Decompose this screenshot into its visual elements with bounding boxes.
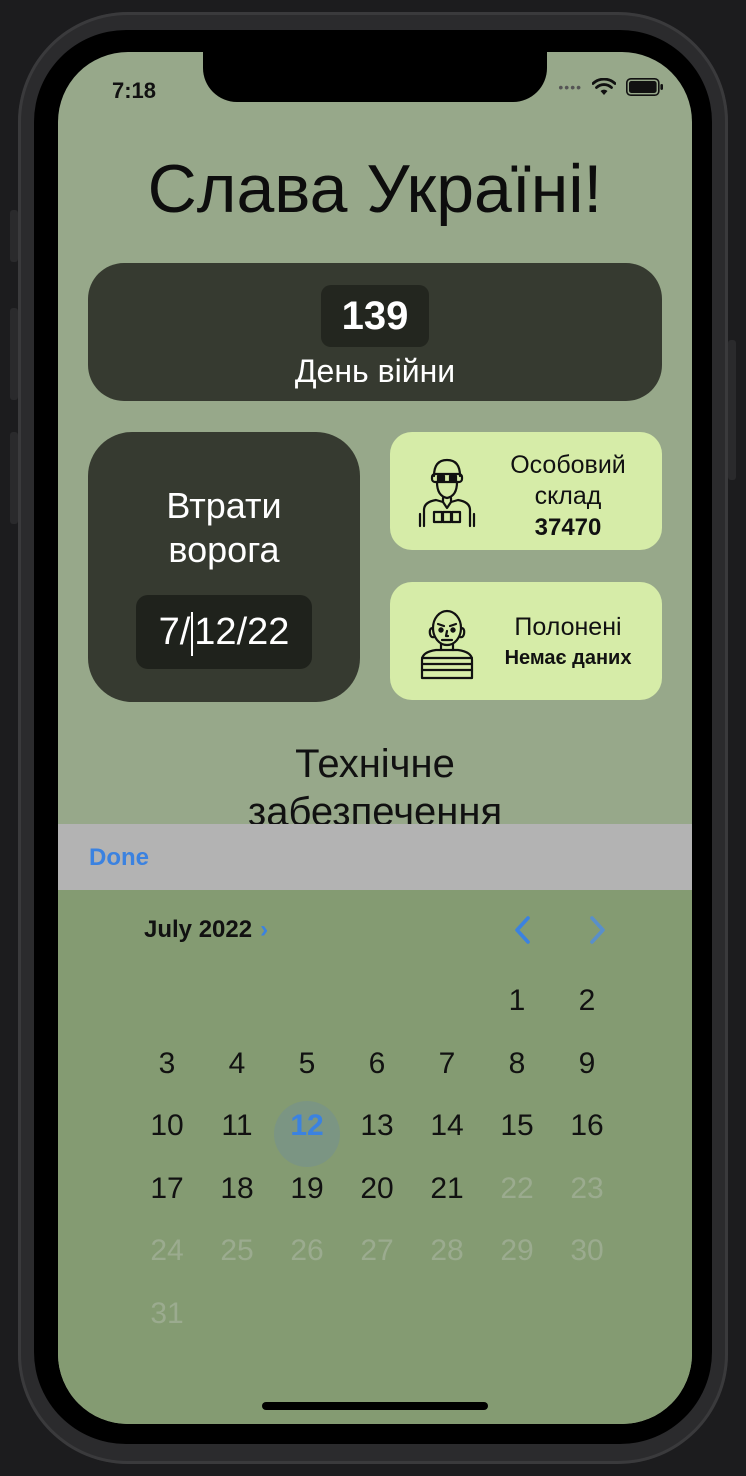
personnel-label-line1: Особовий — [510, 451, 626, 479]
silent-switch — [10, 210, 18, 262]
prisoners-value: Немає даних — [504, 647, 632, 669]
calendar-blank-cell — [132, 978, 202, 1041]
month-year-label: July 2022 — [144, 916, 253, 943]
soldier-icon — [418, 458, 476, 528]
calendar-day[interactable]: 2 — [552, 978, 622, 1041]
calendar-day-selected[interactable]: 12 — [272, 1101, 342, 1167]
calendar-day[interactable]: 6 — [342, 1041, 412, 1104]
calendar-day[interactable]: 1 — [482, 978, 552, 1041]
calendar-day[interactable]: 19 — [272, 1166, 342, 1229]
enemy-losses-title-line2: ворога — [168, 529, 280, 570]
notch — [203, 52, 547, 102]
calendar-day[interactable]: 7 — [412, 1041, 482, 1104]
date-picker-calendar: July 2022 › 1 2 3 4 5 6 7 8 9 10 11 12 13 14 15 16 17 18 19… — [58, 890, 692, 1424]
calendar-blank-cell — [342, 978, 412, 1041]
calendar-blank-cell — [202, 978, 272, 1041]
tech-title-line1: Технічне — [295, 742, 455, 786]
calendar-day-disabled: 24 — [150, 1234, 184, 1267]
calendar-day-disabled: 25 — [220, 1234, 254, 1267]
power-button — [728, 340, 736, 480]
prisoner-icon — [420, 609, 474, 680]
picker-toolbar: Done — [58, 824, 692, 890]
calendar-blank-cell — [272, 978, 342, 1041]
text-caret — [191, 611, 194, 656]
personnel-label-line2: склад — [534, 482, 602, 510]
tech-title-line2: забезпечення — [247, 790, 503, 824]
calendar-day-disabled: 31 — [150, 1296, 184, 1330]
war-day-label: День війни — [294, 353, 456, 389]
personnel-value: 37470 — [534, 514, 602, 541]
tech-section-title: Технічне забезпечення — [58, 740, 692, 824]
calendar-day[interactable]: 11 — [202, 1103, 272, 1166]
enemy-losses-card: Втрати ворога 7/12/22 — [88, 432, 360, 702]
calendar-day[interactable]: 8 — [482, 1041, 552, 1104]
home-indicator — [262, 1402, 488, 1410]
cellular-dots-icon: •••• — [558, 79, 582, 95]
previous-month-button[interactable] — [508, 912, 538, 948]
done-button[interactable]: Done — [89, 844, 149, 872]
calendar-day-disabled: 28 — [430, 1234, 464, 1267]
volume-down-button — [10, 432, 18, 524]
date-picker-field[interactable]: 7/12/22 — [136, 595, 312, 669]
personnel-text: Особовий склад 37470 — [480, 450, 656, 543]
date-text-before-caret: 7/ — [158, 611, 191, 653]
month-year-selector[interactable]: July 2022 › — [144, 916, 268, 944]
calendar-day[interactable]: 3 — [132, 1041, 202, 1104]
calendar-day[interactable]: 18 — [202, 1166, 272, 1229]
war-day-card: 139 День війни — [88, 263, 662, 401]
calendar-day[interactable]: 13 — [342, 1103, 412, 1166]
calendar-day-disabled: 26 — [290, 1234, 324, 1267]
chevron-right-icon: › — [260, 916, 269, 943]
calendar-day-grid: 1 2 3 4 5 6 7 8 9 10 11 12 13 14 15 16 17 18 19 20 21 22 23 24 2… — [132, 978, 622, 1353]
personnel-card[interactable]: Особовий склад 37470 — [390, 432, 662, 550]
date-text-after-caret: 12/22 — [194, 611, 290, 653]
screen: 7:18 •••• Слава Україні! 139 День війни … — [58, 52, 692, 1424]
next-month-button[interactable] — [582, 912, 612, 948]
calendar-blank-cell — [412, 978, 482, 1041]
calendar-day-disabled: 29 — [500, 1234, 534, 1267]
calendar-day[interactable]: 14 — [412, 1103, 482, 1166]
battery-icon — [626, 78, 663, 96]
enemy-losses-title-line1: Втрати — [166, 485, 282, 526]
calendar-day[interactable]: 15 — [482, 1103, 552, 1166]
calendar-day[interactable]: 16 — [552, 1103, 622, 1166]
prisoners-card[interactable]: Полонені Немає даних — [390, 582, 662, 700]
page-title: Слава Україні! — [147, 151, 603, 227]
calendar-day-disabled: 23 — [570, 1171, 604, 1205]
calendar-day[interactable]: 21 — [412, 1166, 482, 1229]
calendar-day-disabled: 30 — [570, 1234, 604, 1267]
calendar-day-disabled: 27 — [360, 1234, 394, 1267]
status-time: 7:18 — [112, 78, 157, 103]
enemy-losses-title: Втрати ворога — [88, 484, 360, 572]
wifi-icon — [592, 78, 616, 95]
calendar-day[interactable]: 5 — [272, 1041, 342, 1104]
prisoners-text: Полонені Немає даних — [480, 612, 656, 674]
volume-up-button — [10, 308, 18, 400]
status-icons: •••• — [558, 78, 664, 96]
calendar-day[interactable]: 9 — [552, 1041, 622, 1104]
calendar-day[interactable]: 17 — [132, 1166, 202, 1229]
calendar-day-disabled: 22 — [500, 1171, 534, 1205]
calendar-day[interactable]: 4 — [202, 1041, 272, 1104]
calendar-day[interactable]: 10 — [132, 1103, 202, 1166]
prisoners-label: Полонені — [514, 613, 622, 641]
calendar-day[interactable]: 20 — [342, 1166, 412, 1229]
war-day-number: 139 — [321, 285, 429, 347]
